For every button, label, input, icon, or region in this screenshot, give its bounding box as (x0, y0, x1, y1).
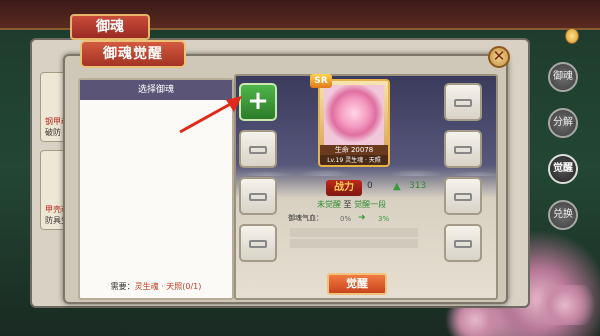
empty-slot-icon (249, 193, 267, 201)
empty-slot-icon (454, 146, 472, 154)
stage-from: 未觉醒 (317, 200, 341, 209)
tab-awaken[interactable]: 觉醒 (548, 154, 578, 184)
close-button[interactable]: ✕ (488, 46, 510, 68)
empty-slot-icon (454, 193, 472, 201)
character-portrait (324, 85, 384, 145)
attribute-label: 御魂气血： (288, 214, 323, 222)
tab-soul[interactable]: 御魂 (548, 62, 578, 92)
attribute-to: 3% (378, 215, 390, 223)
material-slot[interactable] (444, 130, 482, 168)
power-next: 313 (409, 181, 427, 191)
blossom-decoration (520, 285, 600, 325)
tutorial-arrow-icon (179, 96, 242, 134)
attribute-placeholder-rows (290, 228, 418, 258)
attribute-row: 御魂气血： 0% ➜ 3% (288, 213, 418, 227)
empty-slot-icon (454, 240, 472, 248)
material-slot[interactable] (444, 224, 482, 262)
material-slot[interactable] (239, 177, 277, 215)
back-item-sub: 破防 (45, 128, 61, 137)
modal-title: 御魂觉醒 (80, 40, 186, 68)
lantern-icon (565, 28, 579, 44)
rarity-badge: SR (310, 74, 332, 88)
stage-to: 觉醒一段 (354, 200, 387, 209)
up-arrow-icon: ▲ (393, 181, 401, 192)
material-slot[interactable] (239, 224, 277, 262)
power-label: 战力 (326, 180, 362, 196)
material-slot[interactable] (444, 83, 482, 121)
requirement-text: 需要：灵生魂 · 天照(0/1) (80, 281, 232, 292)
soul-card[interactable]: 生命 20078 Lv.19 灵生魂 · 天照 (318, 79, 390, 167)
attribute-from: 0% (340, 215, 352, 223)
material-slot[interactable] (444, 177, 482, 215)
empty-slot-icon (249, 240, 267, 248)
awaken-button[interactable]: 觉醒 (327, 273, 387, 295)
requirement-label: 需要： (110, 282, 135, 291)
plus-icon: + (247, 86, 269, 116)
card-stat: 生命 20078 (320, 145, 388, 155)
empty-slot-icon (454, 99, 472, 107)
card-level: Lv.19 灵生魂 · 天照 (320, 155, 388, 165)
requirement-value: 灵生魂 · 天照(0/1) (134, 282, 202, 291)
tab-exchange[interactable]: 兑换 (548, 200, 578, 230)
back-panel-title: 御魂 (70, 14, 150, 40)
empty-slot-icon (249, 146, 267, 154)
tab-decompose[interactable]: 分解 (548, 108, 578, 138)
power-current: 0 (367, 181, 373, 191)
stage-sep: 至 (343, 200, 352, 209)
arrow-right-icon: ➜ (358, 213, 366, 223)
stage-text: 未觉醒 至 觉醒一段 (317, 199, 386, 210)
